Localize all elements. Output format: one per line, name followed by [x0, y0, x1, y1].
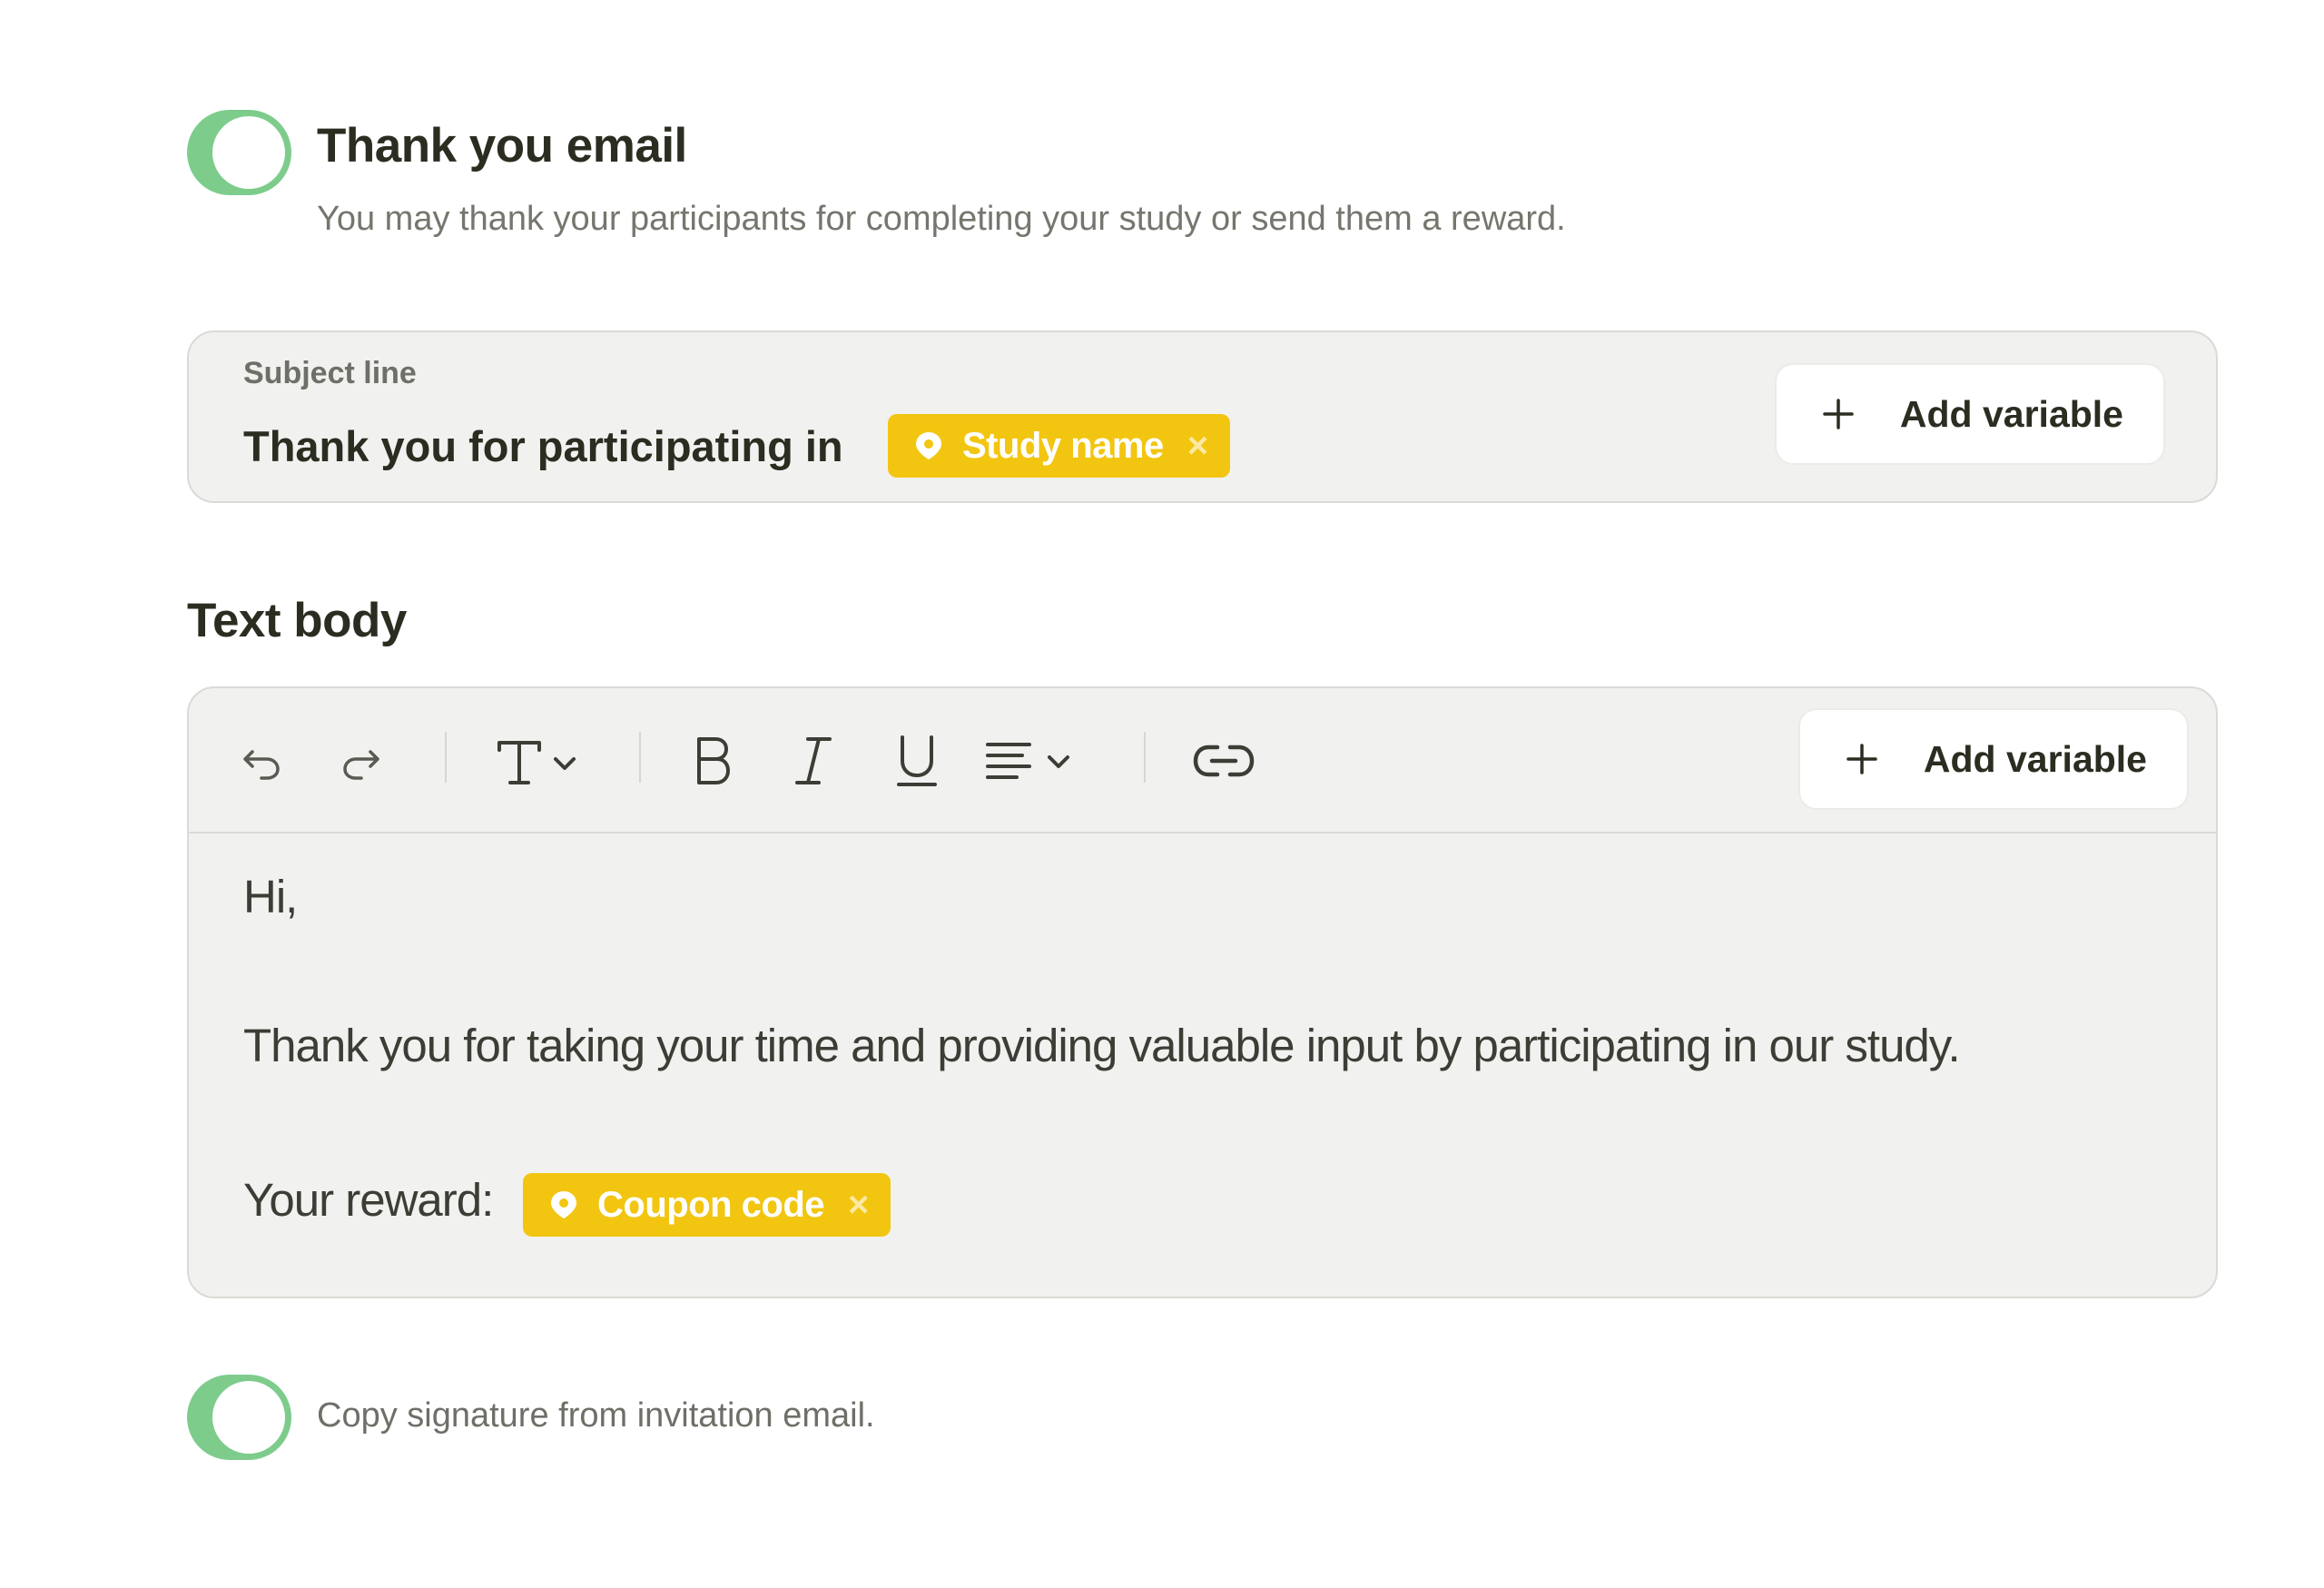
add-variable-button[interactable]: Add variable: [1774, 363, 2165, 465]
toolbar-separator: [445, 732, 447, 783]
align-icon[interactable]: [982, 725, 1082, 797]
thanks-paragraph: Thank you for taking your time and provi…: [243, 1020, 1961, 1071]
add-variable-label: Add variable: [1923, 737, 2147, 780]
text-body-heading: Text body: [187, 594, 407, 647]
subject-line-text[interactable]: Thank you for participating in: [243, 421, 843, 471]
study-name-variable-chip[interactable]: Study name ×: [888, 414, 1231, 478]
toolbar-separator: [639, 732, 641, 783]
add-variable-button[interactable]: Add variable: [1797, 708, 2189, 810]
coupon-code-variable-chip[interactable]: Coupon code ×: [523, 1173, 891, 1237]
copy-signature-label: Copy signature from invitation email.: [317, 1396, 875, 1435]
toolbar-separator: [1144, 732, 1146, 783]
text-style-icon[interactable]: [494, 725, 585, 797]
tag-icon: [551, 1191, 576, 1218]
toggle-knob: [212, 116, 285, 189]
italic-icon[interactable]: [786, 725, 841, 797]
chip-label: Study name: [962, 425, 1164, 466]
section-description: You may thank your participants for comp…: [317, 200, 1566, 238]
copy-signature-toggle[interactable]: [187, 1375, 291, 1460]
remove-variable-icon[interactable]: ×: [848, 1185, 869, 1226]
chip-label: Coupon code: [597, 1184, 825, 1225]
section-title: Thank you email: [317, 119, 687, 173]
plus-icon: [1846, 744, 1877, 774]
subject-line-field[interactable]: Subject line Thank you for participating…: [187, 330, 2218, 503]
remove-variable-icon[interactable]: ×: [1187, 426, 1208, 467]
link-icon[interactable]: [1187, 725, 1260, 797]
text-body-editor[interactable]: Add variable Hi, Thank you for taking yo…: [187, 686, 2218, 1298]
plus-icon: [1823, 399, 1854, 429]
toggle-knob: [212, 1381, 285, 1454]
thank-you-email-toggle[interactable]: [187, 110, 291, 195]
bold-icon[interactable]: [684, 725, 739, 797]
tag-icon: [916, 432, 941, 459]
reward-label: Your reward:: [243, 1174, 494, 1226]
redo-icon[interactable]: [334, 725, 389, 797]
add-variable-label: Add variable: [1899, 392, 2123, 435]
greeting-text: Hi,: [243, 871, 298, 922]
underline-icon[interactable]: [890, 725, 944, 797]
subject-line-label: Subject line: [243, 356, 417, 390]
undo-icon[interactable]: [234, 725, 289, 797]
editor-toolbar: Add variable: [189, 688, 2216, 833]
